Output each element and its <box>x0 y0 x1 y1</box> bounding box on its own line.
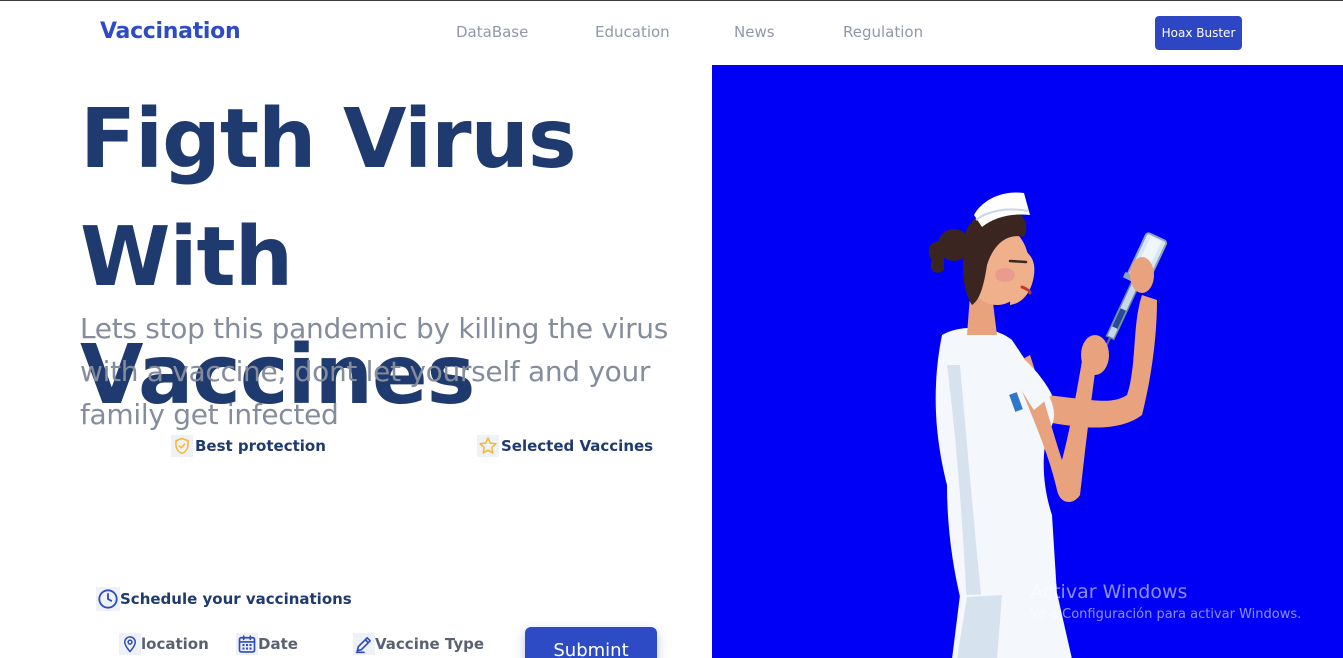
vaccine-type-field-label: Vaccine Type <box>375 635 485 653</box>
nav-link-education[interactable]: Education <box>595 23 670 41</box>
location-field[interactable]: location <box>119 633 209 655</box>
landing-page: Vaccination DataBase Education News Regu… <box>0 0 1343 658</box>
feature-best-protection: Best protection <box>171 435 326 457</box>
date-field-label: Date <box>258 635 298 653</box>
pen-icon <box>353 633 375 655</box>
calendar-icon <box>236 633 258 655</box>
clock-icon <box>96 587 120 611</box>
star-icon <box>477 435 499 457</box>
nurse-illustration <box>928 192 1168 658</box>
nav-link-news[interactable]: News <box>734 23 775 41</box>
location-field-label: location <box>141 635 209 653</box>
schedule-title: Schedule your vaccinations <box>120 590 352 608</box>
brand-logo[interactable]: Vaccination <box>100 19 241 44</box>
date-field[interactable]: Date <box>236 633 298 655</box>
hero-illustration-panel <box>712 65 1343 658</box>
feature-label: Best protection <box>195 437 326 455</box>
feature-selected-vaccines: Selected Vaccines <box>477 435 653 457</box>
vaccine-type-field[interactable]: Vaccine Type <box>353 633 484 655</box>
hoax-buster-button[interactable]: Hoax Buster <box>1155 16 1242 50</box>
hero-title-line-1: Figth Virus <box>80 92 577 187</box>
submit-button[interactable]: Submint <box>525 627 657 658</box>
location-pin-icon <box>119 633 141 655</box>
shield-check-icon <box>171 435 193 457</box>
nav-link-database[interactable]: DataBase <box>456 23 528 41</box>
nav-link-regulation[interactable]: Regulation <box>843 23 923 41</box>
schedule-heading: Schedule your vaccinations <box>96 587 352 611</box>
hero-subtitle: Lets stop this pandemic by killing the v… <box>80 312 669 431</box>
feature-label: Selected Vaccines <box>501 437 654 455</box>
